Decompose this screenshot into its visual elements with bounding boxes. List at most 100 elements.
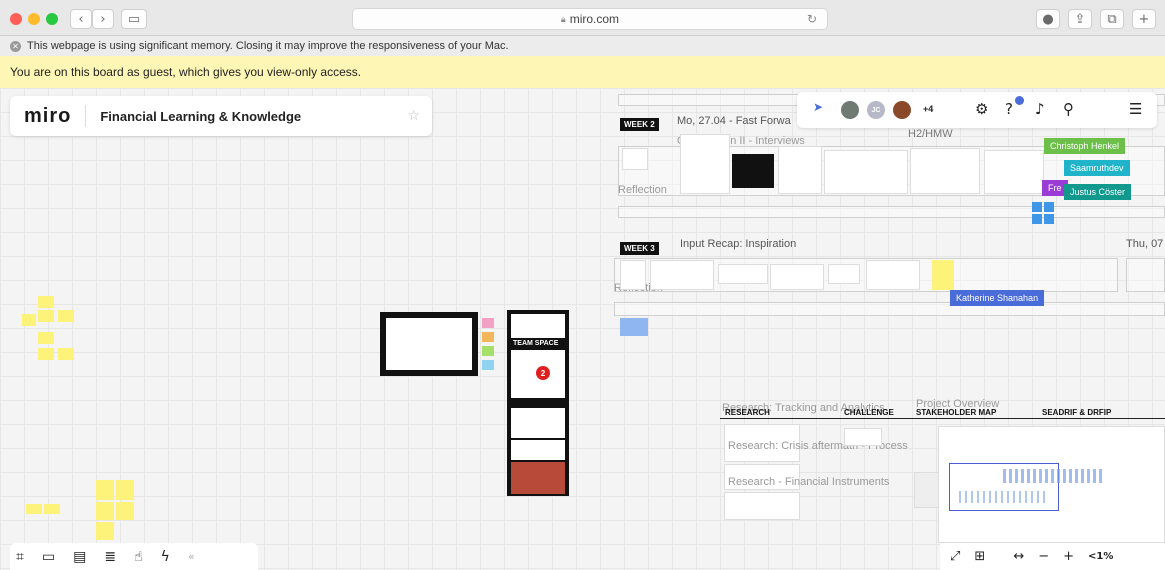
sticky-note bbox=[1044, 202, 1054, 212]
forward-button[interactable]: › bbox=[92, 9, 114, 29]
research-financial-label: Research - Financial Instruments bbox=[728, 476, 890, 488]
zoom-in-button[interactable]: + bbox=[1063, 549, 1074, 564]
frames-icon[interactable]: ⌗ bbox=[16, 549, 24, 565]
board-thumbnail bbox=[732, 154, 774, 188]
memory-warning-text: This webpage is using significant memory… bbox=[27, 40, 509, 52]
week2-header: Mo, 27.04 - Fast Forwa bbox=[677, 115, 791, 127]
board-canvas[interactable]: WEEK 2 Mo, 27.04 - Fast Forwa Observatio… bbox=[0, 88, 1165, 570]
star-icon[interactable]: ☆ bbox=[407, 108, 420, 124]
research-section-title: RESEARCH bbox=[725, 408, 770, 417]
sticky-note bbox=[96, 522, 114, 540]
challenge-section-title: CHALLENGE bbox=[844, 408, 894, 417]
board-thumbnail bbox=[828, 264, 860, 284]
collaborator-cursor: Saamruthdev bbox=[1064, 160, 1130, 176]
week2-h2hmw: H2/HMW bbox=[908, 128, 953, 140]
team-space-label: TEAM SPACE bbox=[513, 340, 559, 347]
board-thumbnail bbox=[620, 260, 646, 290]
help-icon[interactable]: ? bbox=[1005, 100, 1013, 118]
board-thumbnail bbox=[770, 264, 824, 290]
collaborator-cursor: Katherine Shanahan bbox=[950, 290, 1045, 306]
thumbs-up-icon[interactable]: ☝ bbox=[134, 549, 143, 565]
team-space-panel[interactable]: TEAM SPACE PROGRAMME & PLANNING bbox=[507, 310, 569, 496]
minimize-window-button[interactable] bbox=[28, 13, 40, 25]
guest-banner: You are on this board as guest, which gi… bbox=[0, 56, 1165, 88]
sidebar-toggle-icon[interactable]: ▭ bbox=[121, 9, 147, 29]
board-thumbnail bbox=[984, 150, 1044, 194]
sticky-note bbox=[620, 318, 648, 336]
sticky-note bbox=[38, 332, 54, 344]
week3-tag: WEEK 3 bbox=[620, 242, 659, 255]
sticky-note bbox=[1032, 214, 1042, 224]
back-button[interactable]: ‹ bbox=[70, 9, 92, 29]
search-icon[interactable]: ⚲ bbox=[1063, 100, 1074, 118]
stakeholder-section-title: STAKEHOLDER MAP bbox=[916, 408, 997, 417]
sticky-note bbox=[932, 260, 954, 290]
dismiss-icon[interactable]: ✕ bbox=[10, 40, 21, 52]
close-window-button[interactable] bbox=[10, 13, 22, 25]
guest-banner-text: You are on this board as guest, which gi… bbox=[10, 65, 362, 79]
divider bbox=[85, 105, 87, 127]
board-thumbnail bbox=[718, 264, 768, 284]
minimap-content bbox=[959, 491, 1049, 503]
sticky-note bbox=[96, 502, 114, 520]
chat-icon[interactable]: ▤ bbox=[73, 549, 86, 565]
sticky-note bbox=[38, 296, 54, 308]
sticky-note bbox=[1044, 214, 1054, 224]
new-tab-button[interactable]: + bbox=[1132, 9, 1156, 29]
cards-icon[interactable]: ≣ bbox=[104, 549, 116, 565]
board-title[interactable]: Financial Learning & Knowledge bbox=[100, 109, 301, 124]
maximize-window-button[interactable] bbox=[46, 13, 58, 25]
board-thumbnail bbox=[622, 148, 648, 170]
share-icon[interactable]: ⇪ bbox=[1068, 9, 1092, 29]
minimap-content bbox=[1003, 469, 1103, 483]
comments-icon[interactable]: ▭ bbox=[42, 549, 55, 565]
sticky-note bbox=[482, 318, 494, 328]
sticky-note bbox=[1032, 202, 1042, 212]
help-badge-icon bbox=[1015, 96, 1024, 105]
address-bar[interactable]: 🔒︎ miro.com ↻ bbox=[352, 8, 828, 30]
zoom-level[interactable]: <1% bbox=[1088, 551, 1113, 562]
board-thumbnail bbox=[844, 428, 882, 446]
board-header: miro Financial Learning & Knowledge ☆ bbox=[10, 96, 432, 136]
collaboration-toolbar: ➤ JC +4 ⚙ ? ♪ ⚲ ☰ bbox=[797, 92, 1157, 128]
board-thumbnail bbox=[650, 260, 714, 290]
settings-sliders-icon[interactable]: ⚙ bbox=[975, 100, 988, 118]
cursor-icon[interactable]: ➤ bbox=[813, 100, 823, 114]
notifications-bell-icon[interactable]: ♪ bbox=[1035, 100, 1045, 118]
avatar[interactable] bbox=[841, 101, 859, 119]
zoom-out-button[interactable]: − bbox=[1038, 549, 1049, 564]
notification-badge: 2 bbox=[536, 366, 550, 380]
miro-logo[interactable]: miro bbox=[24, 105, 71, 128]
board-thumbnail bbox=[724, 492, 800, 520]
fullscreen-icon[interactable]: ⤢ bbox=[950, 549, 960, 564]
collapse-icon[interactable]: « bbox=[188, 550, 195, 563]
sticky-note bbox=[22, 314, 36, 326]
board-thumbnail bbox=[778, 146, 822, 194]
week3-frame-right bbox=[1126, 258, 1165, 292]
avatar[interactable] bbox=[893, 101, 911, 119]
week2-tag: WEEK 2 bbox=[620, 118, 659, 131]
downloads-icon[interactable]: ● bbox=[1036, 9, 1060, 29]
lightning-icon[interactable]: ϟ bbox=[161, 549, 170, 565]
week2-reflection-frame bbox=[618, 206, 1165, 218]
memory-warning-banner: ✕ This webpage is using significant memo… bbox=[0, 36, 1165, 56]
week3-reflection-frame bbox=[614, 302, 1165, 316]
week2-reflection: Reflection bbox=[618, 184, 667, 196]
tabs-icon[interactable]: ⧉ bbox=[1100, 9, 1124, 29]
sticky-note bbox=[116, 480, 134, 500]
map-icon[interactable]: ⊞ bbox=[974, 549, 985, 564]
avatar[interactable]: JC bbox=[867, 101, 885, 119]
zoom-controls: ⤢ ⊞ ↔ − + <1% bbox=[940, 543, 1165, 570]
board-menu-icon[interactable]: ☰ bbox=[1129, 100, 1142, 118]
minimap[interactable] bbox=[938, 426, 1165, 543]
sticky-note bbox=[116, 502, 134, 520]
board-thumbnail bbox=[824, 150, 908, 194]
reload-button[interactable]: ↻ bbox=[807, 12, 817, 26]
collaborators-more[interactable]: +4 bbox=[923, 104, 933, 114]
sticky-note bbox=[58, 310, 74, 322]
programme-label: PROGRAMME & PLANNING bbox=[511, 419, 559, 435]
sticky-note bbox=[38, 310, 54, 322]
fit-to-screen-button[interactable]: ↔ bbox=[1013, 549, 1024, 564]
collaborator-cursor: Justus Cöster bbox=[1064, 184, 1132, 200]
dashboard-card[interactable] bbox=[380, 312, 478, 376]
